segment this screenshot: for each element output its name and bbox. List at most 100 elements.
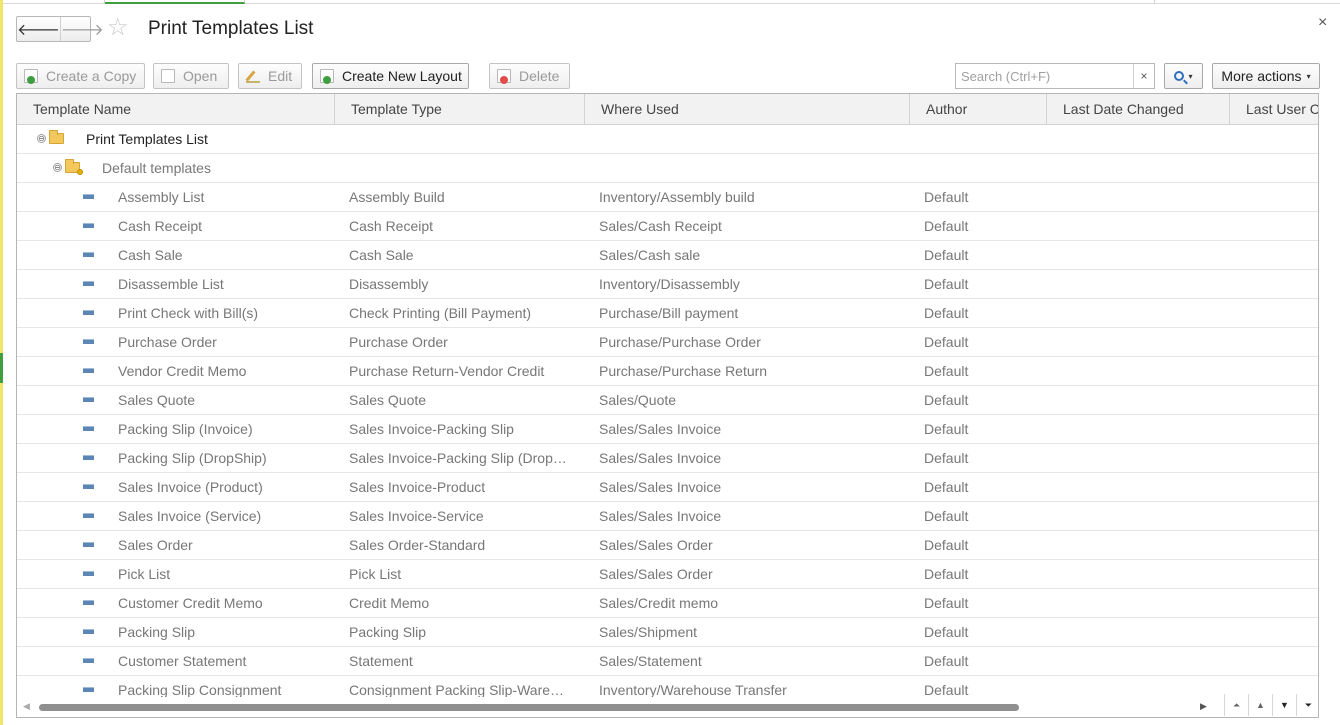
where-used-cell: Sales/Statement	[599, 653, 702, 669]
horizontal-scrollbar[interactable]: ◀ ▶	[17, 697, 1318, 717]
forward-button[interactable]: 🡒	[59, 17, 104, 41]
template-type-cell: Cash Receipt	[349, 218, 434, 234]
top-tab-strip	[3, 0, 1340, 4]
delete-button[interactable]: Delete	[489, 63, 570, 89]
table-row[interactable]: Customer Statement Statement Sales/Stateme…	[17, 647, 1318, 676]
go-to-last-icon[interactable]: ⏷	[1296, 694, 1318, 716]
group-row-default[interactable]: ⊖ Default templates	[17, 154, 1318, 183]
column-header-template-name[interactable]: Template Name	[17, 94, 335, 124]
column-header-author[interactable]: Author	[910, 94, 1047, 124]
scroll-right-icon[interactable]: ▶	[1200, 701, 1207, 712]
go-down-icon[interactable]: ▼	[1272, 694, 1296, 716]
table-row[interactable]: Sales Order Sales Order-Standard Sales/Sal…	[17, 531, 1318, 560]
author-cell: Default	[924, 218, 969, 234]
template-name-cell: Purchase Order	[118, 334, 217, 350]
table-row[interactable]: Print Check with Bill(s) Check Printing (…	[17, 299, 1318, 328]
open-label: Open	[183, 68, 218, 84]
column-header-where-used[interactable]: Where Used	[585, 94, 910, 124]
table-row[interactable]: Assembly List Assembly Build Inventory/Ass…	[17, 183, 1318, 212]
table-row[interactable]: Disassemble List Disassembly Inventory/Dis…	[17, 270, 1318, 299]
template-item-icon	[83, 368, 94, 373]
search-clear-icon[interactable]: ×	[1133, 64, 1154, 88]
favorite-star-icon[interactable]: ☆	[107, 15, 129, 41]
go-to-first-icon[interactable]: ⏶	[1224, 694, 1248, 716]
table-row[interactable]: Cash Receipt Cash Receipt Sales/Cash Recei…	[17, 212, 1318, 241]
where-used-cell: Sales/Cash Receipt	[599, 218, 722, 234]
table-row[interactable]: Packing Slip Packing Slip Sales/Shipment De…	[17, 618, 1318, 647]
where-used-cell: Sales/Credit memo	[599, 595, 719, 611]
author-cell: Default	[924, 189, 969, 205]
search-button[interactable]: ▾	[1164, 63, 1203, 89]
template-type-cell: Check Printing (Bill Payment)	[349, 305, 532, 321]
template-type-cell: Statement	[349, 653, 413, 669]
open-button[interactable]: Open	[153, 63, 229, 89]
go-up-icon[interactable]: ▲	[1248, 694, 1272, 716]
collapse-toggle-icon[interactable]: ⊖	[37, 134, 46, 143]
template-name-cell: Cash Sale	[118, 247, 183, 263]
table-row[interactable]: Sales Invoice (Service) Sales Invoice-Ser…	[17, 502, 1318, 531]
template-item-icon	[83, 194, 94, 199]
table-body: ⊖ Print Templates List ⊖ Default templat…	[17, 125, 1318, 697]
table-row[interactable]: Packing Slip Consignment Consignment Pack…	[17, 676, 1318, 697]
template-name-cell: Packing Slip Consignment	[118, 682, 282, 697]
template-type-cell: Credit Memo	[349, 595, 430, 611]
where-used-cell: Purchase/Bill payment	[599, 305, 739, 321]
close-icon[interactable]: ×	[1318, 14, 1327, 32]
edit-icon	[246, 69, 260, 83]
template-item-icon	[83, 455, 94, 460]
author-cell: Default	[924, 624, 969, 640]
folder-icon	[65, 159, 83, 175]
scrollbar-thumb[interactable]	[39, 704, 1019, 711]
author-cell: Default	[924, 653, 969, 669]
template-type-cell: Pick List	[349, 566, 402, 582]
where-used-cell: Purchase/Purchase Order	[599, 334, 761, 350]
template-item-icon	[83, 600, 94, 605]
collapse-toggle-icon[interactable]: ⊖	[53, 163, 62, 172]
template-item-icon	[83, 339, 94, 344]
top-tab[interactable]	[3, 0, 105, 4]
table-row[interactable]: Purchase Order Purchase Order Purchase/Pur…	[17, 328, 1318, 357]
table-row[interactable]: Sales Invoice (Product) Sales Invoice-Pro…	[17, 473, 1318, 502]
table-row[interactable]: Packing Slip (Invoice) Sales Invoice-Pack…	[17, 415, 1318, 444]
column-header-last-date-changed[interactable]: Last Date Changed	[1047, 94, 1230, 124]
copy-icon	[24, 69, 38, 84]
column-header-template-type[interactable]: Template Type	[335, 94, 585, 124]
table-row[interactable]: Sales Quote Sales Quote Sales/Quote Default	[17, 386, 1318, 415]
where-used-cell: Sales/Sales Invoice	[599, 450, 722, 466]
table-row[interactable]: Pick List Pick List Sales/Sales Order Defau…	[17, 560, 1318, 589]
table-row[interactable]: Packing Slip (DropShip) Sales Invoice-Pac…	[17, 444, 1318, 473]
template-item-icon	[83, 687, 94, 692]
author-cell: Default	[924, 247, 969, 263]
search-input[interactable]	[956, 64, 1133, 88]
template-type-cell: Consignment Packing Slip-Wareho…	[349, 682, 569, 697]
forward-arrow-icon: 🡒	[60, 21, 104, 39]
author-cell: Default	[924, 392, 969, 408]
template-item-icon	[83, 397, 94, 402]
search-icon	[1174, 71, 1185, 81]
table-row[interactable]: Vendor Credit Memo Purchase Return-Vendor…	[17, 357, 1318, 386]
template-item-icon	[83, 513, 94, 518]
create-new-layout-button[interactable]: Create New Layout	[312, 63, 469, 89]
table-row[interactable]: Customer Credit Memo Credit Memo Sales/Cre…	[17, 589, 1318, 618]
top-tab[interactable]	[245, 0, 1155, 4]
more-actions-button[interactable]: More actions ▾	[1212, 63, 1320, 89]
template-name-cell: Packing Slip (DropShip)	[118, 450, 267, 466]
template-type-cell: Packing Slip	[349, 624, 427, 640]
group-row-root[interactable]: ⊖ Print Templates List	[17, 125, 1318, 154]
author-cell: Default	[924, 421, 969, 437]
left-accent-strip	[0, 0, 3, 725]
scroll-left-icon[interactable]: ◀	[23, 701, 30, 712]
list-nav-buttons: ⏶ ▲ ▼ ⏷	[1224, 694, 1318, 716]
top-tab-active[interactable]	[105, 0, 245, 4]
template-name-cell: Print Check with Bill(s)	[118, 305, 259, 321]
where-used-cell: Sales/Sales Order	[599, 566, 713, 582]
author-cell: Default	[924, 508, 969, 524]
folder-icon	[49, 130, 64, 144]
table-row[interactable]: Cash Sale Cash Sale Sales/Cash sale Default	[17, 241, 1318, 270]
column-header-last-user-changed[interactable]: Last User Ch	[1230, 94, 1318, 124]
author-cell: Default	[924, 276, 969, 292]
back-button[interactable]: 🡐	[17, 17, 60, 41]
delete-label: Delete	[519, 68, 560, 84]
edit-button[interactable]: Edit	[238, 63, 302, 89]
create-copy-button[interactable]: Create a Copy	[16, 63, 145, 89]
